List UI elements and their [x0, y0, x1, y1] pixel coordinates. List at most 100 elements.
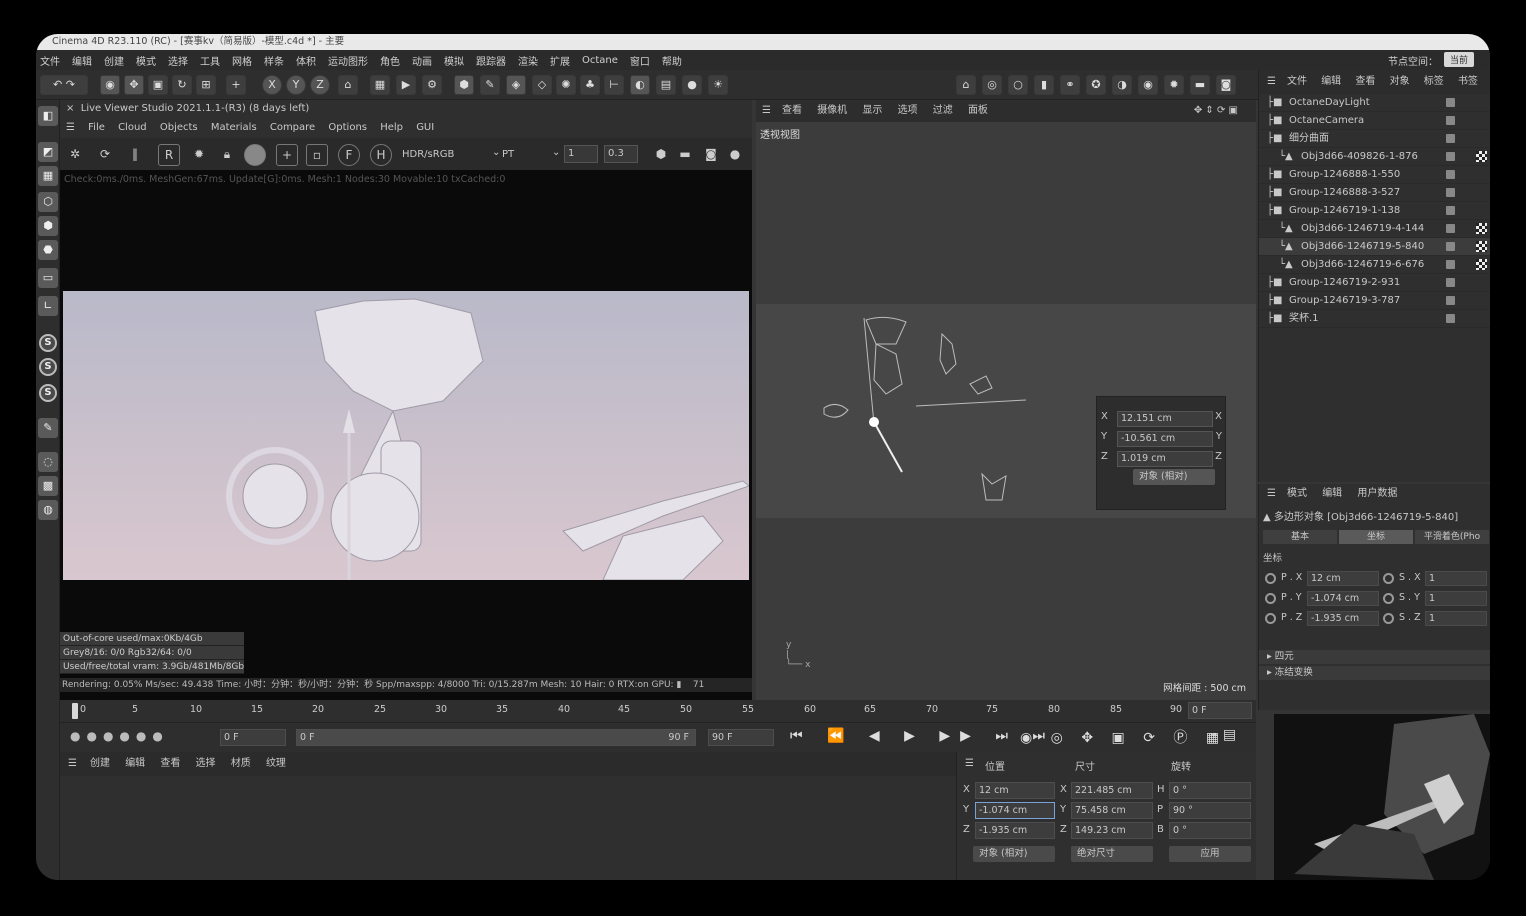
close-icon[interactable]: ×	[66, 103, 74, 114]
render-settings-icon[interactable]: ⚙	[422, 75, 442, 95]
floor-icon[interactable]: ▤	[656, 75, 676, 95]
end-frame-field[interactable]: 90 F	[708, 729, 774, 746]
vp-menu-item[interactable]: 面板	[968, 105, 988, 116]
px-field[interactable]: 12 cm	[1307, 571, 1379, 586]
sphere-icon[interactable]	[244, 144, 266, 166]
pos-z-field[interactable]: -1.935 cm	[975, 822, 1055, 839]
pz-keyframe-radio[interactable]	[1265, 613, 1276, 624]
octane-sun-icon[interactable]: ✹	[1164, 75, 1184, 95]
kernel-select[interactable]: PT	[502, 149, 514, 160]
object-row[interactable]: ├■ Group-1246719-3-787	[1259, 292, 1490, 310]
sy-field[interactable]: 1	[1425, 591, 1487, 606]
perspective-viewport[interactable]: ☰ 查看 摄像机 显示 选项 过滤 面板 ✥ ⇕ ⟳ ▣ 透视视图 y | └─…	[756, 100, 1256, 700]
sz-keyframe-radio[interactable]	[1383, 613, 1394, 624]
layer-tag-icon[interactable]	[1446, 278, 1455, 287]
scene-icon[interactable]: ◐	[630, 75, 650, 95]
om-menu-item[interactable]: 文件	[1287, 76, 1307, 87]
vp-menu-item[interactable]: 摄像机	[817, 105, 847, 116]
lv-menu-item[interactable]: GUI	[416, 122, 434, 133]
layer-tag-icon[interactable]	[1446, 314, 1455, 323]
hamburger-icon[interactable]: ☰	[965, 758, 974, 769]
chevron-down-icon[interactable]: ⌄	[552, 147, 560, 158]
menu-item[interactable]: 样条	[264, 53, 284, 68]
py-keyframe-radio[interactable]	[1265, 593, 1276, 604]
locked-workplane-icon[interactable]: ◍	[38, 500, 58, 520]
coord-mode-select[interactable]: 对象 (相对)	[973, 846, 1055, 862]
layer-tag-icon[interactable]	[1446, 296, 1455, 305]
uv-mode-icon[interactable]: ▭	[38, 268, 58, 288]
playhead[interactable]	[72, 703, 78, 719]
camera-icon[interactable]: ●	[682, 75, 702, 95]
rot-p-field[interactable]: 90 °	[1169, 802, 1251, 819]
add-icon[interactable]: +	[226, 75, 246, 95]
object-name[interactable]: Group-1246888-1-550	[1289, 166, 1400, 184]
sx-keyframe-radio[interactable]	[1383, 573, 1394, 584]
menu-item[interactable]: 创建	[104, 53, 124, 68]
restart-icon[interactable]: ⟳	[94, 144, 116, 166]
lv-menu-item[interactable]: Objects	[160, 122, 198, 133]
color-space-select[interactable]: HDR/sRGB	[402, 149, 454, 160]
hamburger-icon[interactable]: ☰	[1267, 70, 1276, 94]
object-name[interactable]: Group-1246719-2-931	[1289, 274, 1400, 292]
point-mode-icon[interactable]: ⬡	[38, 192, 58, 212]
menu-item[interactable]: Octane	[582, 55, 618, 66]
scale-icon[interactable]: ▣	[148, 75, 168, 95]
material-tag-icon[interactable]	[1476, 223, 1487, 234]
object-row[interactable]: ├■ OctaneCamera	[1259, 112, 1490, 130]
py-field[interactable]: -1.074 cm	[1307, 591, 1379, 606]
layer-tag-icon[interactable]	[1446, 260, 1455, 269]
size-y-field[interactable]: 75.458 cm	[1071, 802, 1153, 819]
timeline-ruler[interactable]: 0 5 10 15 20 25 30 35 40 45 50 55 60 65 …	[60, 700, 1256, 722]
menu-item[interactable]: 工具	[200, 53, 220, 68]
snap-s-icon[interactable]: S	[39, 334, 57, 352]
pos-y-field[interactable]: -1.074 cm	[975, 802, 1055, 819]
pz-field[interactable]: -1.935 cm	[1307, 611, 1379, 626]
lv-menu-item[interactable]: Cloud	[118, 122, 147, 133]
menu-item[interactable]: 跟踪器	[476, 53, 506, 68]
material-tag-icon[interactable]	[1476, 259, 1487, 270]
model-mode-icon[interactable]: ◧	[38, 106, 58, 126]
checker-icon[interactable]: ▦	[38, 166, 58, 186]
quaternion-section[interactable]: ▸ 四元	[1259, 650, 1490, 664]
hamburger-icon[interactable]: ☰	[762, 100, 771, 122]
vp-menu-item[interactable]: 过滤	[933, 105, 953, 116]
object-name[interactable]: OctaneCamera	[1289, 112, 1364, 130]
circle-icon[interactable]: ●	[724, 144, 746, 166]
undo-redo-icon[interactable]: ↶ ↷	[40, 75, 88, 95]
vp-menu-item[interactable]: 显示	[862, 105, 882, 116]
character-icon[interactable]: ♣	[580, 75, 600, 95]
menu-item[interactable]: 体积	[296, 53, 316, 68]
motion-tool-icons[interactable]: ●●●●●●	[70, 729, 169, 743]
object-name[interactable]: Obj3d66-409826-1-876	[1301, 148, 1418, 166]
attr-menu-item[interactable]: 编辑	[1322, 488, 1342, 499]
add-region-icon[interactable]: +	[276, 144, 298, 166]
gear-icon[interactable]: ✲	[64, 144, 86, 166]
menu-item[interactable]: 模式	[136, 53, 156, 68]
settings-icon[interactable]: ✹	[188, 144, 210, 166]
layer-tag-icon[interactable]	[1446, 134, 1455, 143]
sy-keyframe-radio[interactable]	[1383, 593, 1394, 604]
menu-item[interactable]: 动画	[412, 53, 432, 68]
octane-link-icon[interactable]: ⚭	[1060, 75, 1080, 95]
octane-sphere-icon[interactable]: ◉	[1138, 75, 1158, 95]
mat-menu-item[interactable]: 创建	[90, 758, 110, 769]
object-name[interactable]: Group-1246888-3-527	[1289, 184, 1400, 202]
octane-material-icon[interactable]: ◎	[982, 75, 1002, 95]
edge-mode-icon[interactable]: ⬢	[38, 216, 58, 236]
object-name[interactable]: Obj3d66-1246719-6-676	[1301, 256, 1424, 274]
render-view-icon[interactable]: ▶	[396, 75, 416, 95]
mograph-icon[interactable]: ✺	[556, 75, 576, 95]
node-space-button[interactable]: 当前	[1443, 52, 1474, 67]
film-icon[interactable]: ▬	[674, 144, 696, 166]
hud-x-field[interactable]: 12.151 cm	[1117, 411, 1213, 427]
hud-z-field[interactable]: 1.019 cm	[1117, 451, 1213, 467]
size-z-field[interactable]: 149.23 cm	[1071, 822, 1153, 839]
object-name[interactable]: Group-1246719-3-787	[1289, 292, 1400, 310]
generator-icon[interactable]: ◇	[532, 75, 552, 95]
pos-x-field[interactable]: 12 cm	[975, 782, 1055, 799]
menu-item[interactable]: 选择	[168, 53, 188, 68]
size-mode-select[interactable]: 绝对尺寸	[1071, 846, 1153, 862]
lv-menu-item[interactable]: Options	[328, 122, 367, 133]
layer-tag-icon[interactable]	[1446, 224, 1455, 233]
layer-tag-icon[interactable]	[1446, 242, 1455, 251]
